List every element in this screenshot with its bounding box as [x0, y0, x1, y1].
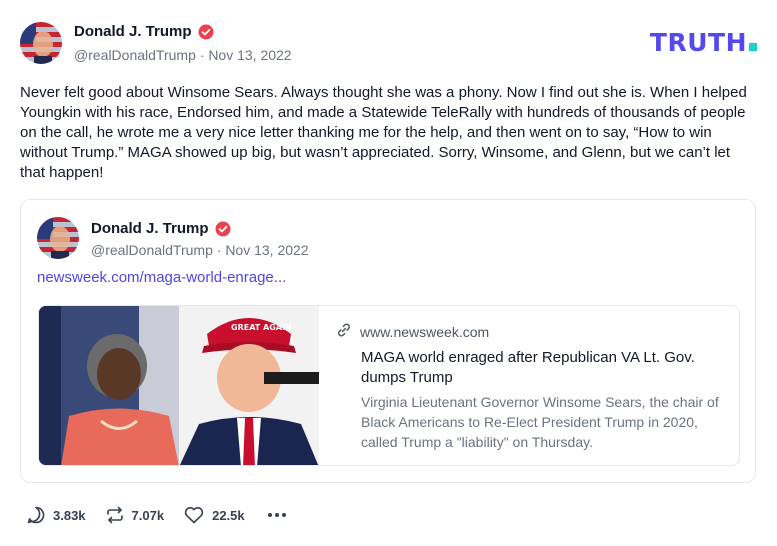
retruth-count: 7.07k [131, 507, 165, 523]
quote-avatar[interactable] [37, 217, 79, 259]
quoted-post[interactable]: Donald J. Trump @realDonaldTrump · Nov 1… [20, 199, 756, 483]
link-preview-body: www.newsweek.com MAGA world enraged afte… [336, 322, 726, 452]
quote-link[interactable]: newsweek.com/maga-world-enrage... [37, 269, 286, 286]
reply-button[interactable]: 3.83k [26, 505, 86, 525]
like-button[interactable]: 22.5k [183, 505, 245, 525]
separator: · [216, 242, 222, 258]
link-preview-card[interactable]: GREAT AGAIN www.newsweek.com MAGA world … [38, 305, 740, 466]
post-text: Never felt good about Winsome Sears. Alw… [20, 84, 747, 181]
logo-text: TRUTH [649, 28, 747, 57]
link-title[interactable]: MAGA world enraged after Republican VA L… [361, 348, 726, 388]
author-handle[interactable]: @realDonaldTrump [74, 47, 196, 63]
cap-text: GREAT AGAIN [231, 323, 292, 332]
verified-badge-icon [215, 221, 231, 237]
like-count: 22.5k [212, 507, 245, 523]
more-icon[interactable] [264, 509, 290, 521]
avatar[interactable] [20, 22, 62, 64]
quote-handle-date: @realDonaldTrump · Nov 13, 2022 [91, 242, 309, 258]
link-description: Virginia Lieutenant Governor Winsome Sea… [361, 394, 719, 450]
link-preview-image: GREAT AGAIN [39, 306, 319, 465]
heart-icon [184, 507, 204, 524]
reply-count: 3.83k [53, 507, 86, 523]
link-domain: www.newsweek.com [360, 324, 490, 340]
handle-date: @realDonaldTrump · Nov 13, 2022 [74, 47, 292, 63]
post-header: Donald J. Trump @realDonaldTrump · Nov 1… [20, 20, 757, 66]
retruth-icon [106, 506, 123, 524]
quote-post-date[interactable]: Nov 13, 2022 [225, 242, 308, 258]
action-bar: 3.83k 7.07k 22.5k [26, 503, 290, 527]
link-icon [336, 322, 352, 343]
author-name[interactable]: Donald J. Trump [74, 23, 192, 40]
verified-badge-icon [198, 24, 214, 40]
post-date[interactable]: Nov 13, 2022 [208, 47, 291, 63]
retruth-button[interactable]: 7.07k [105, 505, 165, 525]
reply-icon [27, 506, 45, 524]
logo-dot [749, 43, 757, 51]
quote-author-name[interactable]: Donald J. Trump [91, 220, 209, 237]
truth-social-logo[interactable]: TRUTH [650, 28, 757, 57]
quote-author-handle[interactable]: @realDonaldTrump [91, 242, 213, 258]
separator: · [199, 47, 205, 63]
